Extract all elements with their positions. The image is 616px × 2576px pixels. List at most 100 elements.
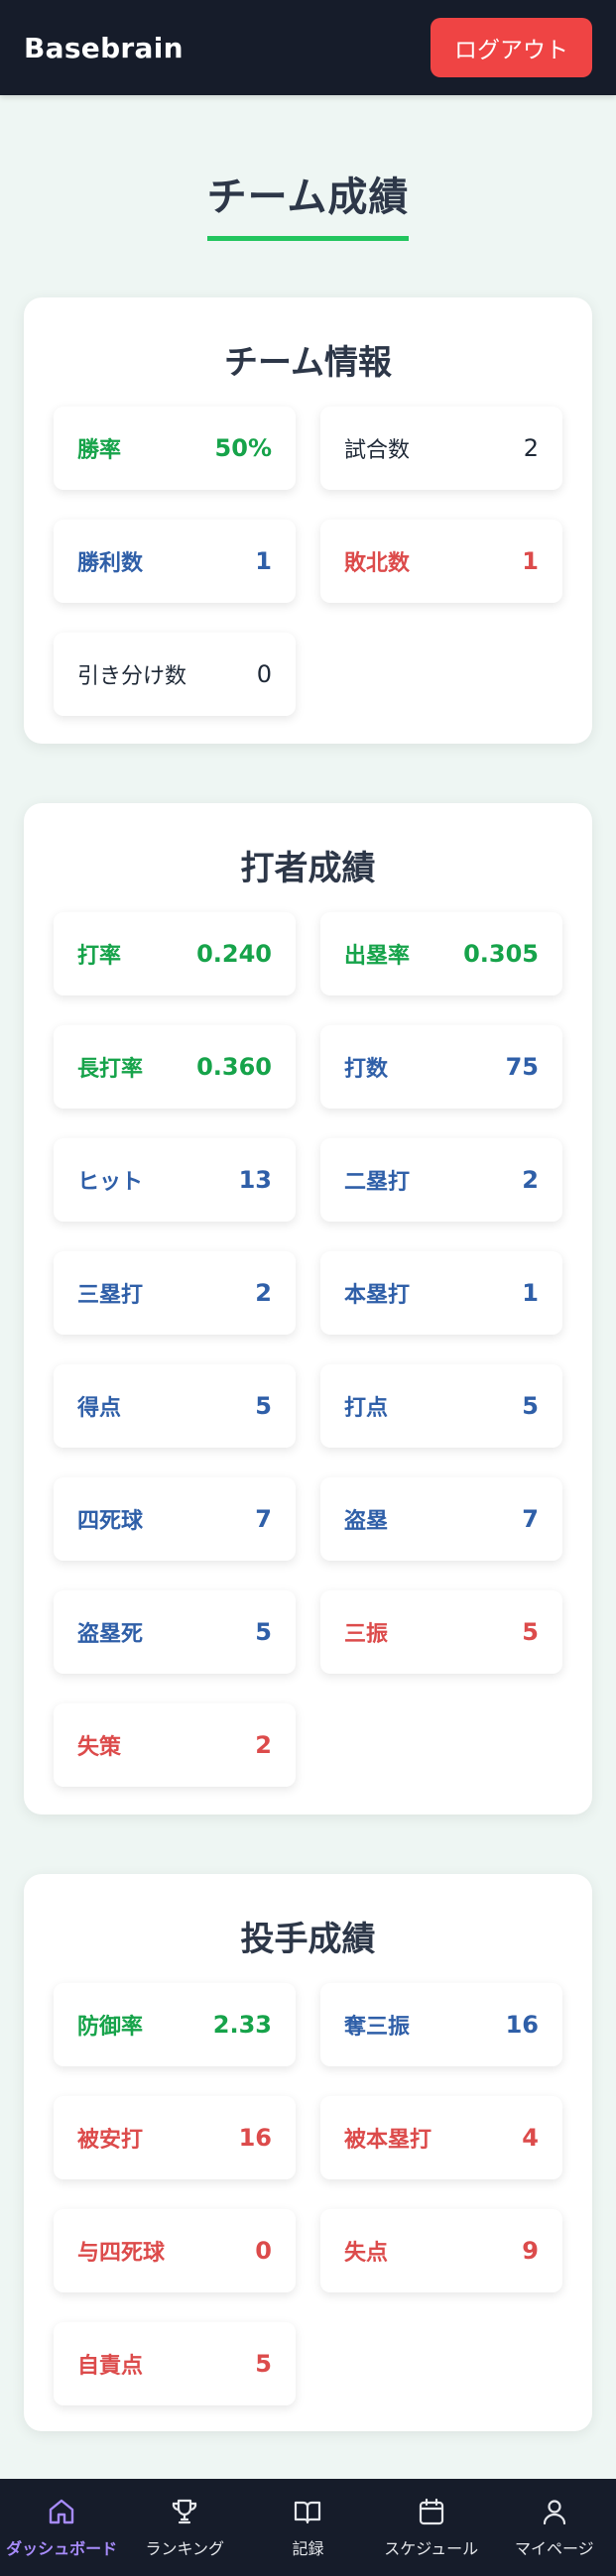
team-info-title: チーム情報 xyxy=(224,343,392,383)
stat-value: 5 xyxy=(522,1618,539,1646)
pitching-title: 投手成績 xyxy=(240,1920,376,1959)
stat-label: 盗塁死 xyxy=(77,1622,144,1647)
stat-label: 引き分け数 xyxy=(77,664,187,689)
home-icon xyxy=(46,2496,77,2535)
stat-value: 7 xyxy=(255,1505,272,1533)
stat-value: 2.33 xyxy=(212,2011,272,2039)
stat-value: 5 xyxy=(255,1618,272,1646)
batting-stat-card: 失策 2 xyxy=(54,1703,296,1787)
stat-value: 0.305 xyxy=(463,940,539,968)
stat-value: 5 xyxy=(522,1392,539,1420)
batting-stat-card: 三振 5 xyxy=(320,1590,562,1674)
stat-label: 勝利数 xyxy=(77,551,144,576)
batting-stat-card: 打率 0.240 xyxy=(54,912,296,995)
nav-item-user[interactable]: マイページ xyxy=(493,2479,616,2576)
stat-label: 得点 xyxy=(77,1396,122,1421)
stat-label: 自責点 xyxy=(77,2354,144,2379)
stat-value: 5 xyxy=(255,2350,272,2378)
stat-label: 四死球 xyxy=(77,1509,144,1534)
stat-value: 13 xyxy=(238,1166,272,1194)
batting-stat-card: 打数 75 xyxy=(320,1025,562,1109)
nav-label: ダッシュボード xyxy=(6,2539,118,2558)
stat-value: 0.360 xyxy=(196,1053,272,1081)
stat-value: 2 xyxy=(255,1279,272,1307)
logout-button[interactable]: ログアウト xyxy=(431,18,592,77)
stat-value: 1 xyxy=(522,1279,539,1307)
batting-stat-card: 盗塁 7 xyxy=(320,1477,562,1561)
stat-label: 勝率 xyxy=(77,438,122,463)
app-header: Basebrain ログアウト xyxy=(0,0,616,95)
stat-value: 16 xyxy=(238,2124,272,2152)
batting-stat-card: ヒット 13 xyxy=(54,1138,296,1222)
stat-label: 打点 xyxy=(344,1396,389,1421)
batting-stat-card: 得点 5 xyxy=(54,1364,296,1448)
team-stat-card: 引き分け数 0 xyxy=(54,633,296,716)
stat-label: 長打率 xyxy=(77,1057,144,1082)
batting-stat-card: 四死球 7 xyxy=(54,1477,296,1561)
stat-label: 盗塁 xyxy=(344,1509,389,1534)
stat-label: 二塁打 xyxy=(344,1170,411,1195)
team-info-grid: 勝率 50% 試合数 2 勝利数 1 敗北数 1 引き分け数 0 xyxy=(54,407,562,716)
team-stat-card: 勝利数 1 xyxy=(54,520,296,603)
nav-item-calendar[interactable]: スケジュール xyxy=(370,2479,493,2576)
stat-label: 打数 xyxy=(344,1057,389,1082)
nav-label: マイページ xyxy=(515,2539,594,2558)
pitching-grid: 防御率 2.33 奪三振 16 被安打 16 被本塁打 4 与四死球 0 失点 9 自責点 5 xyxy=(54,1983,562,2405)
stat-label: 出塁率 xyxy=(344,944,411,969)
stat-label: 三塁打 xyxy=(77,1283,144,1308)
stat-label: 試合数 xyxy=(344,438,411,463)
team-stat-card: 敗北数 1 xyxy=(320,520,562,603)
team-stat-card: 試合数 2 xyxy=(320,407,562,490)
team-info-card: チーム情報 勝率 50% 試合数 2 勝利数 1 敗北数 1 引き分け数 0 xyxy=(24,297,592,744)
nav-item-book[interactable]: 記録 xyxy=(246,2479,369,2576)
batting-stat-card: 出塁率 0.305 xyxy=(320,912,562,995)
stat-value: 1 xyxy=(255,547,272,575)
nav-item-trophy[interactable]: ランキング xyxy=(123,2479,246,2576)
stat-label: 失策 xyxy=(77,1735,122,1760)
batting-grid: 打率 0.240 出塁率 0.305 長打率 0.360 打数 75 ヒット 13 二塁打 2 三塁打 2… xyxy=(54,912,562,1787)
pitching-stat-card: 被本塁打 4 xyxy=(320,2096,562,2179)
nav-label: ランキング xyxy=(145,2539,225,2558)
pitching-card: 投手成績 防御率 2.33 奪三振 16 被安打 16 被本塁打 4 与四死球 0 失点 9 自責点 5 xyxy=(24,1874,592,2431)
pitching-stat-card: 奪三振 16 xyxy=(320,1983,562,2066)
stat-value: 5 xyxy=(255,1392,272,1420)
batting-stat-card: 盗塁死 5 xyxy=(54,1590,296,1674)
stat-label: 打率 xyxy=(77,944,122,969)
batting-stat-card: 本塁打 1 xyxy=(320,1251,562,1335)
stat-value: 50% xyxy=(214,434,272,462)
stat-value: 2 xyxy=(255,1731,272,1759)
stat-value: 75 xyxy=(505,1053,539,1081)
batting-stat-card: 二塁打 2 xyxy=(320,1138,562,1222)
stat-label: 奪三振 xyxy=(344,2015,411,2040)
stat-label: 敗北数 xyxy=(344,551,411,576)
stat-label: 本塁打 xyxy=(344,1283,411,1308)
stat-value: 0 xyxy=(255,2237,272,2265)
stat-label: 失点 xyxy=(344,2241,389,2266)
stat-value: 1 xyxy=(522,547,539,575)
page-title: チーム成績 xyxy=(206,165,410,241)
batting-stat-card: 長打率 0.360 xyxy=(54,1025,296,1109)
bottom-nav: ダッシュボード ランキング 記録 スケジュール マイページ xyxy=(0,2479,616,2576)
book-icon xyxy=(292,2496,323,2535)
stat-label: 三振 xyxy=(344,1622,389,1647)
brand-logo[interactable]: Basebrain xyxy=(24,32,184,64)
pitching-stat-card: 失点 9 xyxy=(320,2209,562,2292)
stat-value: 0.240 xyxy=(196,940,272,968)
nav-label: 記録 xyxy=(292,2539,324,2558)
calendar-icon xyxy=(416,2496,447,2535)
nav-label: スケジュール xyxy=(384,2539,479,2558)
nav-item-home[interactable]: ダッシュボード xyxy=(0,2479,123,2576)
team-stat-card: 勝率 50% xyxy=(54,407,296,490)
batting-stat-card: 打点 5 xyxy=(320,1364,562,1448)
stat-value: 7 xyxy=(522,1505,539,1533)
stat-value: 16 xyxy=(505,2011,539,2039)
batting-title: 打者成績 xyxy=(240,849,376,888)
stat-value: 2 xyxy=(523,434,539,462)
batting-stat-card: 三塁打 2 xyxy=(54,1251,296,1335)
stat-label: 被本塁打 xyxy=(344,2128,432,2153)
pitching-stat-card: 防御率 2.33 xyxy=(54,1983,296,2066)
stat-value: 2 xyxy=(522,1166,539,1194)
pitching-stat-card: 与四死球 0 xyxy=(54,2209,296,2292)
user-icon xyxy=(539,2496,570,2535)
page-title-wrap: チーム成績 xyxy=(0,165,616,241)
